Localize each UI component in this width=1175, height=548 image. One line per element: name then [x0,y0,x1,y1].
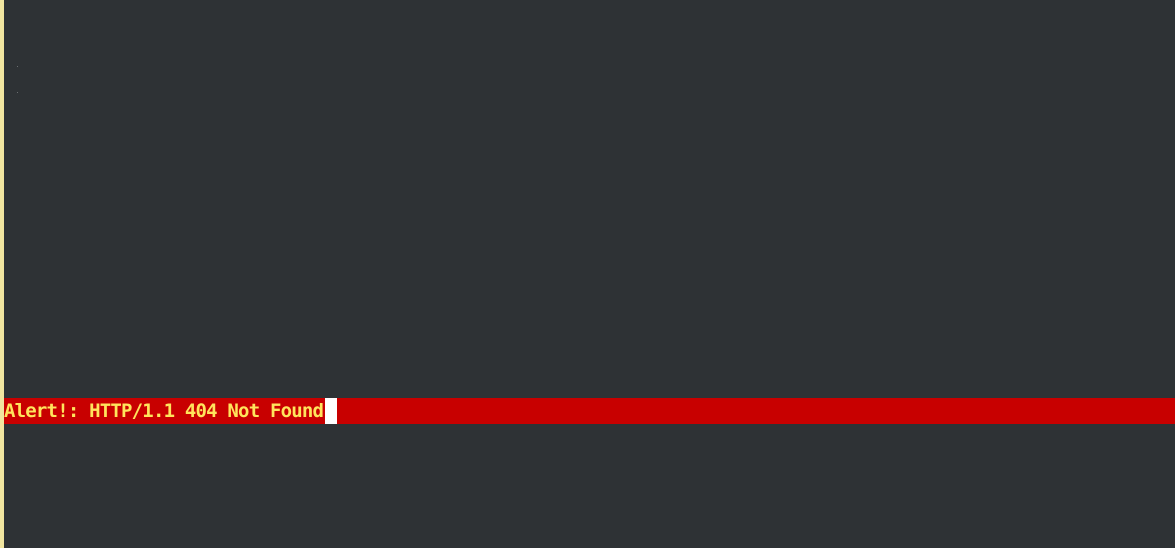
window-left-border [0,0,4,548]
alert-status-bar: Alert!: HTTP/1.1 404 Not Found [4,398,1175,424]
screen-artifact-dot [17,66,18,67]
terminal-screen: Alert!: HTTP/1.1 404 Not Found [0,0,1175,548]
screen-artifact-dot [17,92,18,93]
alert-message: Alert!: HTTP/1.1 404 Not Found [4,400,324,422]
text-cursor [325,398,338,424]
